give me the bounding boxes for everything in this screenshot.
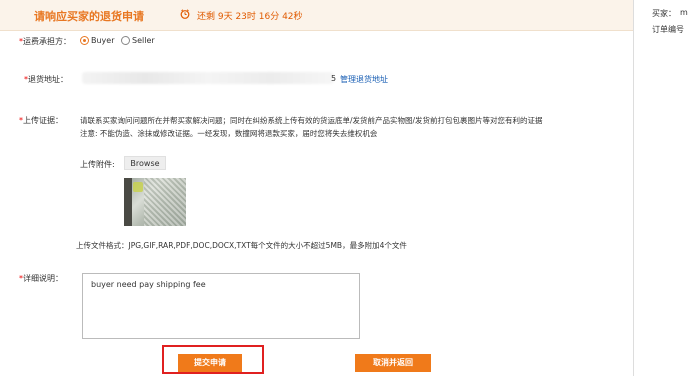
page-header: 请响应买家的退货申请 还剩 9天 23时 16分 42秒 [0, 0, 633, 31]
clock-icon [180, 9, 190, 19]
order-number-label: 订单编号 [652, 25, 684, 34]
browse-button[interactable]: Browse [124, 156, 166, 170]
buyer-value: m [680, 8, 688, 17]
buyer-label: 买家： [652, 9, 676, 18]
uploaded-image-thumbnail[interactable] [124, 178, 186, 226]
radio-buyer[interactable] [80, 36, 89, 45]
attachment-label: 上传附件: [80, 160, 115, 169]
return-address-label: *退货地址： [24, 75, 68, 84]
radio-buyer-label[interactable]: Buyer [91, 36, 115, 45]
manage-address-link[interactable]: 管理退货地址 [340, 74, 388, 85]
details-label: *详细说明： [19, 274, 63, 283]
return-address-value [82, 72, 334, 84]
cancel-button[interactable]: 取消并返回 [355, 354, 431, 372]
evidence-instruction: 请联系买家询问问题所在并帮买家解决问题；同时在纠纷系统上传有效的货运底单/发货前… [80, 116, 543, 125]
page-title: 请响应买家的退货申请 [34, 10, 144, 23]
submit-button[interactable]: 提交申请 [178, 354, 242, 372]
shipping-payer-label: *运费承担方： [19, 37, 71, 46]
file-format-note: 上传文件格式：JPG,GIF,RAR,PDF,DOC,DOCX,TXT每个文件的… [76, 241, 407, 250]
countdown-timer: 还剩 9天 23时 16分 42秒 [197, 12, 303, 22]
details-textarea[interactable]: buyer need pay shipping fee [82, 273, 360, 339]
return-address-fragment: 5 [331, 74, 337, 83]
radio-seller[interactable] [121, 36, 130, 45]
order-info-panel: 买家： m 订单编号 [633, 0, 690, 376]
evidence-label: *上传证据： [19, 116, 63, 125]
evidence-warning: 注意: 不能伪造、涂抹或修改证据。一经发现，数撞网将退款买家，届时您将失去维权机… [80, 129, 378, 138]
radio-seller-label[interactable]: Seller [132, 36, 155, 45]
